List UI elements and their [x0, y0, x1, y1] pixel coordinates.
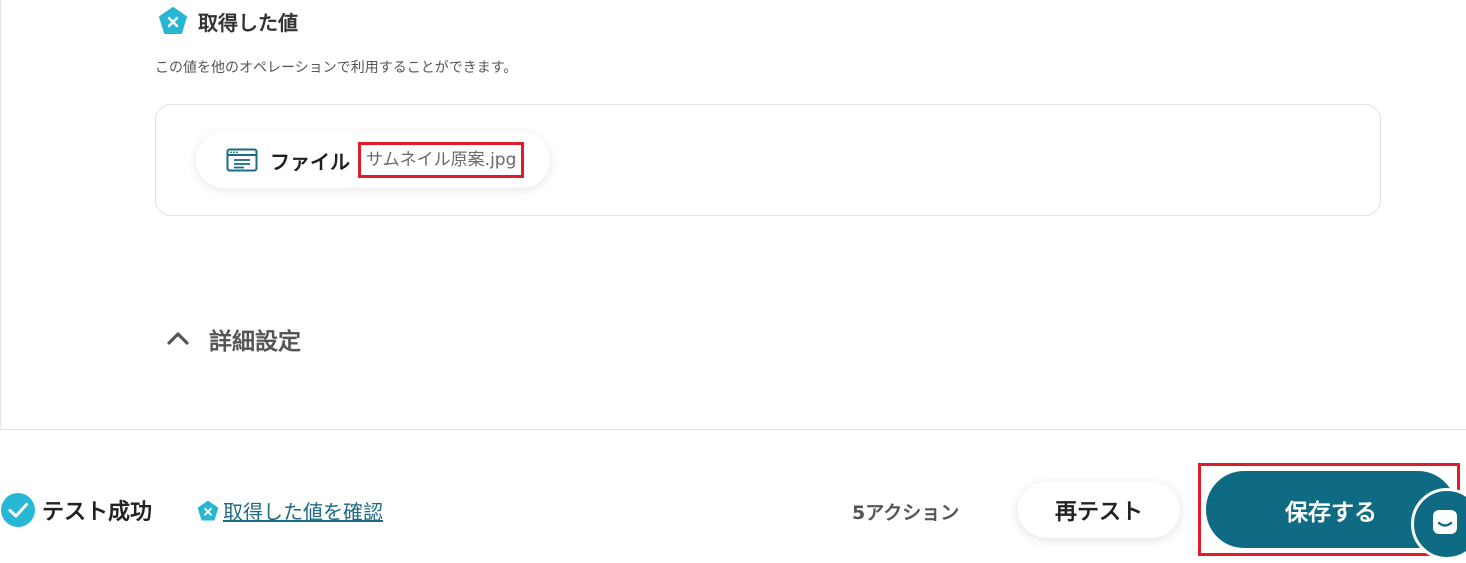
pentagon-x-icon	[158, 6, 188, 36]
view-output-values-link[interactable]: 取得した値を確認	[197, 496, 383, 525]
output-section-title: 取得した値	[198, 10, 298, 35]
chevron-up-icon	[165, 326, 191, 352]
output-section-header: 取得した値	[158, 5, 298, 37]
retest-button[interactable]: 再テスト	[1018, 482, 1180, 538]
test-status-label: テスト成功	[42, 500, 153, 525]
output-values-card: ファイル サムネイル原案.jpg	[155, 104, 1381, 216]
advanced-settings-toggle[interactable]: 詳細設定	[165, 322, 301, 356]
output-section-description: この値を他のオペレーションで利用することができます。	[155, 60, 518, 76]
output-value-chip[interactable]: ファイル サムネイル原案.jpg	[196, 132, 551, 188]
output-value-text: サムネイル原案.jpg	[358, 142, 525, 178]
file-window-icon	[226, 147, 258, 173]
page: 取得した値 この値を他のオペレーションで利用することができます。 ファイル サム…	[0, 0, 1466, 563]
output-value-label: ファイル	[270, 149, 350, 174]
advanced-settings-label: 詳細設定	[209, 329, 301, 355]
footer-divider	[0, 429, 1466, 430]
panel-left-border	[0, 0, 1, 430]
action-count: 5アクション	[852, 502, 960, 524]
pentagon-x-icon	[197, 500, 219, 522]
check-circle-icon	[0, 492, 36, 528]
view-output-values-label: 取得した値を確認	[223, 500, 383, 524]
chat-icon	[1431, 508, 1459, 540]
test-status: テスト成功	[0, 492, 152, 528]
